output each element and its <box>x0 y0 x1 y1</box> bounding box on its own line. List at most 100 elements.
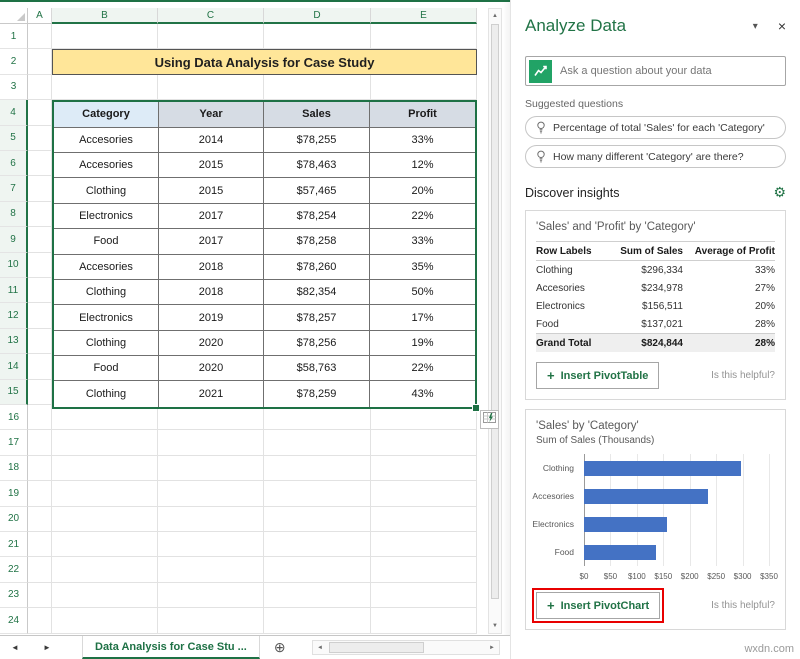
cell-E19[interactable] <box>371 481 477 507</box>
table-cell[interactable]: 19% <box>370 330 475 357</box>
insert-pivottable-button[interactable]: + Insert PivotTable <box>536 362 660 389</box>
cell-B1[interactable] <box>52 24 158 50</box>
cell-B17[interactable] <box>52 430 158 456</box>
helpful-link[interactable]: Is this helpful? <box>711 600 775 611</box>
suggested-question[interactable]: How many different 'Category' are there? <box>525 145 786 168</box>
row-header-22[interactable]: 22 <box>0 557 28 583</box>
cell-B21[interactable] <box>52 532 158 558</box>
quick-analysis-button[interactable] <box>480 410 499 429</box>
column-header-C[interactable]: C <box>158 8 264 24</box>
cell-A20[interactable] <box>28 506 52 532</box>
table-cell[interactable]: 2015 <box>159 152 264 179</box>
table-cell[interactable]: 2017 <box>159 229 264 255</box>
cell-A9[interactable] <box>28 227 52 253</box>
cell-E3[interactable] <box>371 74 477 101</box>
cell-E23[interactable] <box>371 582 477 609</box>
table-cell[interactable]: $78,256 <box>264 330 370 357</box>
scroll-left-icon[interactable]: ◄ <box>313 641 327 654</box>
cell-E21[interactable] <box>371 532 477 558</box>
cell-E17[interactable] <box>371 430 477 456</box>
table-cell[interactable]: 12% <box>370 152 475 179</box>
row-header-5[interactable]: 5 <box>0 125 28 151</box>
cell-A11[interactable] <box>28 278 52 304</box>
row-header-9[interactable]: 9 <box>0 227 28 253</box>
table-cell[interactable]: Clothing <box>54 381 159 407</box>
cell-A17[interactable] <box>28 430 52 456</box>
row-header-20[interactable]: 20 <box>0 506 28 532</box>
cell-A5[interactable] <box>28 125 52 151</box>
cell-A8[interactable] <box>28 201 52 228</box>
cell-C24[interactable] <box>158 608 264 634</box>
table-cell[interactable]: $78,260 <box>264 254 370 280</box>
row-header-17[interactable]: 17 <box>0 430 28 456</box>
row-header-12[interactable]: 12 <box>0 303 28 329</box>
vertical-scroll-thumb[interactable] <box>491 24 499 599</box>
table-cell[interactable]: $78,255 <box>264 127 370 153</box>
table-cell[interactable]: $78,257 <box>264 305 370 331</box>
scroll-up-icon[interactable]: ▲ <box>489 9 501 23</box>
cell-B20[interactable] <box>52 506 158 532</box>
fill-handle[interactable] <box>472 403 480 412</box>
cell-D18[interactable] <box>264 455 371 482</box>
table-cell[interactable]: 2018 <box>159 279 264 306</box>
table-cell[interactable]: Electronics <box>54 305 159 331</box>
cell-C18[interactable] <box>158 455 264 482</box>
row-header-15[interactable]: 15 <box>0 379 28 405</box>
horizontal-scroll-thumb[interactable] <box>329 642 424 653</box>
insert-pivotchart-button[interactable]: + Insert PivotChart <box>531 588 665 623</box>
chevron-down-icon[interactable]: ▾ <box>753 21 758 32</box>
cell-A21[interactable] <box>28 532 52 558</box>
cell-D24[interactable] <box>264 608 371 634</box>
cell-E24[interactable] <box>371 608 477 634</box>
worksheet-title-cell[interactable]: Using Data Analysis for Case Study <box>52 49 477 75</box>
cell-C22[interactable] <box>158 557 264 583</box>
cell-A15[interactable] <box>28 379 52 405</box>
cell-C23[interactable] <box>158 582 264 609</box>
suggested-question[interactable]: Percentage of total 'Sales' for each 'Ca… <box>525 116 786 139</box>
table-cell[interactable]: Food <box>54 356 159 382</box>
cell-B18[interactable] <box>52 455 158 482</box>
cell-C19[interactable] <box>158 481 264 507</box>
row-header-19[interactable]: 19 <box>0 481 28 507</box>
cell-A1[interactable] <box>28 24 52 50</box>
gear-icon[interactable]: ⚙ <box>773 184 786 201</box>
cell-D1[interactable] <box>264 24 371 50</box>
column-header-E[interactable]: E <box>371 8 477 24</box>
row-header-13[interactable]: 13 <box>0 328 28 355</box>
cell-E22[interactable] <box>371 557 477 583</box>
column-header-B[interactable]: B <box>52 8 158 24</box>
table-cell[interactable]: $78,254 <box>264 203 370 230</box>
cell-D22[interactable] <box>264 557 371 583</box>
row-header-10[interactable]: 10 <box>0 252 28 278</box>
table-cell[interactable]: Accesories <box>54 152 159 179</box>
table-cell[interactable]: $58,763 <box>264 356 370 382</box>
cell-B24[interactable] <box>52 608 158 634</box>
cell-A14[interactable] <box>28 354 52 380</box>
table-cell[interactable]: 2015 <box>159 178 264 204</box>
cell-A19[interactable] <box>28 481 52 507</box>
cell-A16[interactable] <box>28 405 52 431</box>
horizontal-scrollbar[interactable]: ◄ ► <box>312 640 500 655</box>
table-header-year[interactable]: Year <box>159 102 264 128</box>
cell-C20[interactable] <box>158 506 264 532</box>
row-header-6[interactable]: 6 <box>0 151 28 177</box>
table-cell[interactable]: $82,354 <box>264 279 370 306</box>
table-cell[interactable]: 43% <box>370 381 475 407</box>
cell-C1[interactable] <box>158 24 264 50</box>
select-all-button[interactable] <box>0 8 28 24</box>
table-header-profit[interactable]: Profit <box>370 102 475 128</box>
row-header-18[interactable]: 18 <box>0 455 28 482</box>
row-header-11[interactable]: 11 <box>0 278 28 304</box>
table-cell[interactable]: Clothing <box>54 330 159 357</box>
scroll-right-icon[interactable]: ► <box>485 641 499 654</box>
table-cell[interactable]: 50% <box>370 279 475 306</box>
cell-A12[interactable] <box>28 303 52 329</box>
table-cell[interactable]: Electronics <box>54 203 159 230</box>
table-cell[interactable]: Clothing <box>54 279 159 306</box>
cell-A7[interactable] <box>28 176 52 202</box>
table-cell[interactable]: 2014 <box>159 127 264 153</box>
sheet-tab[interactable]: Data Analysis for Case Stu ... <box>82 636 260 659</box>
column-header-D[interactable]: D <box>264 8 371 24</box>
row-header-23[interactable]: 23 <box>0 582 28 609</box>
cell-D19[interactable] <box>264 481 371 507</box>
